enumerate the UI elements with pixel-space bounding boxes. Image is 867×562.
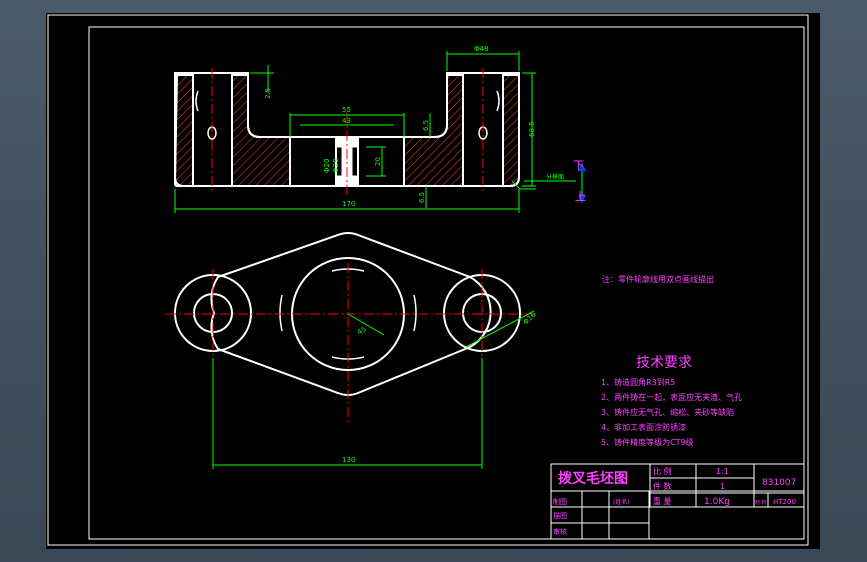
row-draw-name: (姓名) bbox=[613, 498, 630, 506]
dim-width-top-right: Φ48 bbox=[474, 45, 488, 53]
left-web-section bbox=[231, 74, 291, 187]
label-top: 下 bbox=[573, 159, 584, 172]
row-draw: 制图 bbox=[553, 497, 567, 506]
dim-bore-large: Φ28 bbox=[332, 159, 340, 173]
row-review: 审核 bbox=[553, 527, 567, 536]
dim-big-bore: 45 bbox=[356, 325, 368, 336]
dim-center-distance: 130 bbox=[342, 456, 355, 464]
right-slot bbox=[496, 90, 500, 112]
left-boss-section bbox=[173, 74, 194, 187]
dim-top-left: 2.5 bbox=[264, 88, 272, 99]
dim-43: 43 bbox=[342, 117, 351, 125]
scale-value: 1:1 bbox=[716, 467, 729, 476]
label-bottom: 上 bbox=[575, 190, 586, 203]
front-section-view: 170 55 43 Φ48 60.5 2.5 20 Φ20 Φ28 6.5 6.… bbox=[173, 45, 586, 213]
top-view: 130 45 Φ16 bbox=[166, 232, 538, 469]
parting-label: 分模面 bbox=[546, 173, 564, 181]
dim-bore-small: Φ20 bbox=[323, 159, 331, 173]
drawing-no: 831007 bbox=[762, 478, 796, 488]
weight-label: 重 量 bbox=[653, 496, 672, 506]
dim-55: 55 bbox=[342, 106, 351, 114]
dim-height-right: 60.5 bbox=[528, 121, 536, 137]
qty-label: 件 数 bbox=[653, 481, 672, 491]
weight-value: 1.0Kg bbox=[704, 497, 730, 507]
tech-item-2: 2、两件铸在一起，表面应无夹渣、气孔 bbox=[601, 392, 742, 402]
right-boss-section bbox=[502, 74, 520, 187]
parting-note: 注：零件轮廓线用双点画线描出 bbox=[602, 274, 714, 284]
row-check: 描图 bbox=[553, 511, 567, 520]
arc-left-upper bbox=[279, 294, 283, 332]
tech-title: 技术要求 bbox=[636, 355, 692, 371]
dim-overall: 170 bbox=[342, 200, 355, 208]
material-value: HT200 bbox=[773, 498, 796, 506]
dim-center-height: 20 bbox=[374, 157, 382, 166]
title: 拨叉毛坯图 bbox=[558, 470, 628, 487]
left-slot bbox=[195, 90, 199, 112]
cad-drawing[interactable]: 170 55 43 Φ48 60.5 2.5 20 Φ20 Φ28 6.5 6.… bbox=[46, 13, 820, 549]
tech-item-3: 3、铸件应无气孔、缩松、夹砂等缺陷 bbox=[601, 407, 734, 417]
arc-right-upper bbox=[413, 294, 417, 332]
tech-item-1: 1、铸造圆角R3到R5 bbox=[601, 377, 675, 387]
tech-item-5: 5、铸件精度等级为CT9级 bbox=[601, 437, 694, 447]
dim-step-bottom: 6.5 bbox=[418, 192, 426, 203]
tech-item-4: 4、非加工表面涂防锈漆 bbox=[601, 422, 686, 432]
material-label: 材 料 bbox=[755, 499, 767, 506]
notes: 注：零件轮廓线用双点画线描出 技术要求 1、铸造圆角R3到R5 2、两件铸在一起… bbox=[601, 274, 742, 447]
dim-step-top: 6.5 bbox=[422, 120, 430, 131]
cad-viewport[interactable]: 170 55 43 Φ48 60.5 2.5 20 Φ20 Φ28 6.5 6.… bbox=[46, 13, 820, 549]
dim-small-bore: Φ16 bbox=[522, 310, 538, 326]
scale-label: 比 例 bbox=[653, 466, 672, 476]
qty-value: 1 bbox=[720, 482, 725, 491]
right-web-section bbox=[403, 74, 464, 187]
